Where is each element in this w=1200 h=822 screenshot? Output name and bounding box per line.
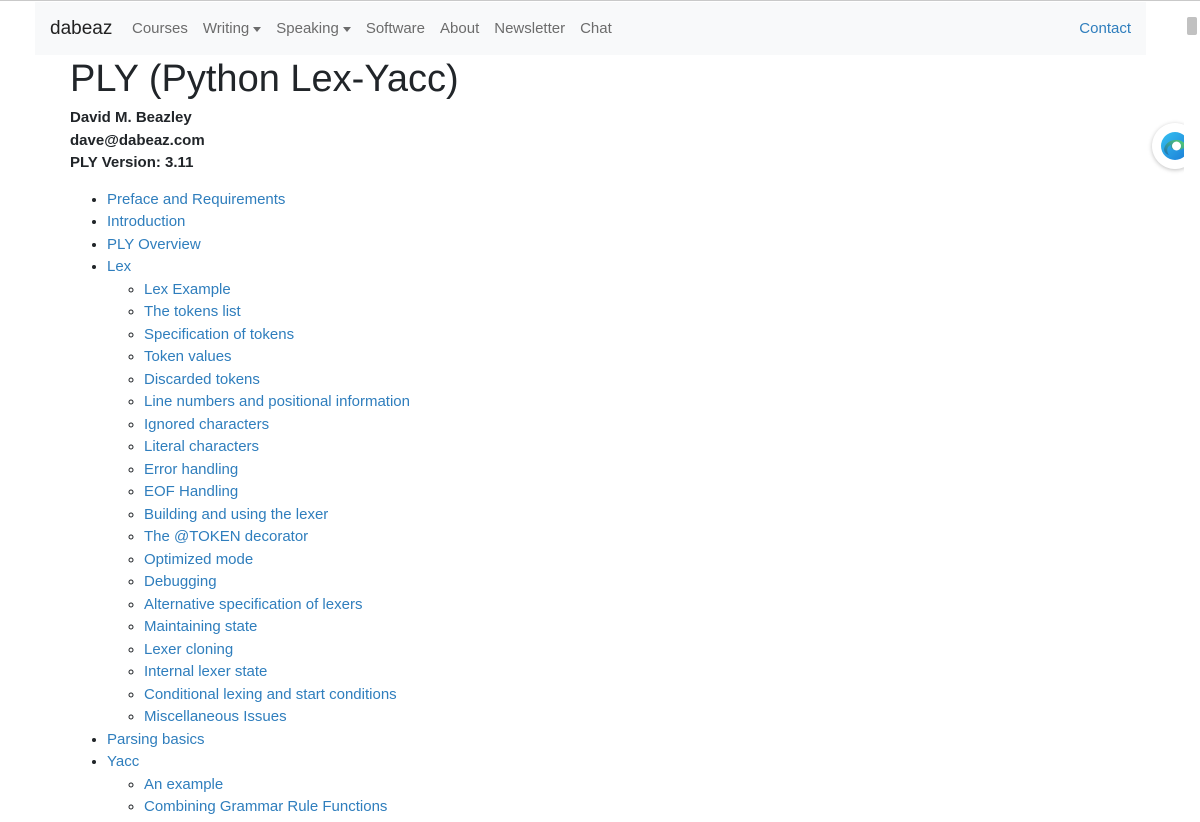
toc-link[interactable]: Introduction (107, 213, 185, 230)
toc-subitem: Debugging (144, 571, 459, 594)
toc-item: Parsing basics (107, 729, 459, 752)
nav-link-label: Newsletter (494, 20, 566, 37)
table-of-contents: Preface and Requirements Introduction PLY … (70, 189, 459, 819)
toc-subitem: Miscellaneous Issues (144, 706, 459, 729)
toc-sublink[interactable]: Miscellaneous Issues (144, 708, 287, 725)
toc-sublink[interactable]: Line numbers and positional information (144, 393, 410, 410)
toc-sublink[interactable]: Error handling (144, 461, 238, 478)
toc-subitem: The tokens list (144, 301, 459, 324)
vertical-scrollbar[interactable] (1184, 1, 1200, 822)
toc-item: Preface and Requirements (107, 189, 459, 212)
toc-sublink[interactable]: Literal characters (144, 438, 259, 455)
nav-link-courses[interactable]: Courses (132, 19, 188, 39)
toc-item: PLY Overview (107, 234, 459, 257)
toc-sublink[interactable]: Lex Example (144, 281, 231, 298)
contact-link[interactable]: Contact (1079, 19, 1131, 39)
nav-link-speaking[interactable]: Speaking (276, 19, 351, 39)
nav-link-label: About (440, 20, 480, 37)
toc-subitem: Lex Example (144, 279, 459, 302)
nav-links: Courses Writing Speaking Software About Newsl… (132, 19, 627, 39)
toc-sublink[interactable]: Maintaining state (144, 618, 257, 635)
toc-link[interactable]: Parsing basics (107, 731, 205, 748)
toc-item: Introduction (107, 211, 459, 234)
top-navbar: dabeaz Courses Writing Speaking Software Abo… (35, 2, 1146, 55)
toc-sublink[interactable]: Discarded tokens (144, 371, 260, 388)
toc-subitem: Conditional lexing and start conditions (144, 684, 459, 707)
toc-subitem: Optimized mode (144, 549, 459, 572)
ply-version: PLY Version: 3.11 (70, 154, 194, 171)
nav-link-chat[interactable]: Chat (580, 19, 612, 39)
toc-subitem: Lexer cloning (144, 639, 459, 662)
author-email: dave@dabeaz.com (70, 131, 205, 149)
nav-link-label: Courses (132, 20, 188, 37)
toc-link[interactable]: Yacc (107, 753, 139, 770)
toc-sublink[interactable]: Conditional lexing and start conditions (144, 686, 397, 703)
author-name: David M. Beazley (70, 109, 192, 126)
toc-subitem: Token values (144, 346, 459, 369)
scrollbar-thumb[interactable] (1187, 17, 1197, 35)
toc-link[interactable]: Preface and Requirements (107, 191, 285, 208)
nav-link-software[interactable]: Software (366, 19, 425, 39)
brand-link[interactable]: dabeaz (50, 17, 112, 41)
nav-link-writing[interactable]: Writing (202, 19, 262, 39)
toc-subitem: Alternative specification of lexers (144, 594, 459, 617)
toc-sublist: An example Combining Grammar Rule Functio… (107, 774, 459, 819)
toc-subitem: Discarded tokens (144, 369, 459, 392)
toc-subitem: Internal lexer state (144, 661, 459, 684)
browser-viewport: dabeaz Courses Writing Speaking Software Abo… (0, 0, 1200, 822)
nav-link-label: Chat (580, 20, 612, 37)
toc-subitem: The @TOKEN decorator (144, 526, 459, 549)
toc-sublink[interactable]: Token values (144, 348, 232, 365)
main-content: PLY (Python Lex-Yacc) David M. Beazley d… (70, 57, 459, 819)
caret-down-icon (253, 26, 262, 32)
toc-subitem: Combining Grammar Rule Functions (144, 796, 459, 819)
toc-sublink[interactable]: Alternative specification of lexers (144, 596, 362, 613)
toc-sublink[interactable]: Building and using the lexer (144, 506, 328, 523)
page-title: PLY (Python Lex-Yacc) (70, 58, 459, 100)
toc-subitem: Line numbers and positional information (144, 391, 459, 414)
nav-link-label: Software (365, 20, 426, 37)
toc-sublink[interactable]: Combining Grammar Rule Functions (144, 798, 387, 815)
nav-link-about[interactable]: About (440, 19, 479, 39)
toc-subitem: An example (144, 774, 459, 797)
toc-subitem: Literal characters (144, 436, 459, 459)
toc-sublink[interactable]: The tokens list (144, 303, 241, 320)
caret-down-icon (342, 26, 351, 32)
toc-subitem: Building and using the lexer (144, 504, 459, 527)
toc-sublink[interactable]: The @TOKEN decorator (144, 528, 308, 545)
toc-subitem: EOF Handling (144, 481, 459, 504)
nav-link-newsletter[interactable]: Newsletter (494, 19, 565, 39)
toc-sublink[interactable]: Ignored characters (144, 416, 269, 433)
toc-subitem: Specification of tokens (144, 324, 459, 347)
document-meta: David M. Beazley dave@dabeaz.com PLY Ver… (70, 107, 459, 175)
toc-link[interactable]: Lex (107, 258, 131, 275)
toc-subitem: Error handling (144, 459, 459, 482)
toc-sublink[interactable]: Specification of tokens (144, 326, 294, 343)
toc-sublink[interactable]: Internal lexer state (144, 663, 267, 680)
toc-sublink[interactable]: Optimized mode (144, 551, 253, 568)
toc-sublink[interactable]: An example (144, 776, 223, 793)
nav-link-label: Speaking (276, 20, 339, 37)
toc-subitem: Maintaining state (144, 616, 459, 639)
toc-subitem: Ignored characters (144, 414, 459, 437)
toc-item: Yacc An example Combining Grammar Rule Fun… (107, 751, 459, 819)
toc-item: Lex Lex Example The tokens list Specificati… (107, 256, 459, 729)
toc-sublist: Lex Example The tokens list Specification … (107, 279, 459, 729)
nav-link-label: Writing (202, 20, 250, 37)
toc-sublink[interactable]: Lexer cloning (144, 641, 233, 658)
toc-sublink[interactable]: EOF Handling (144, 483, 238, 500)
toc-link[interactable]: PLY Overview (107, 236, 201, 253)
toc-sublink[interactable]: Debugging (144, 573, 217, 590)
